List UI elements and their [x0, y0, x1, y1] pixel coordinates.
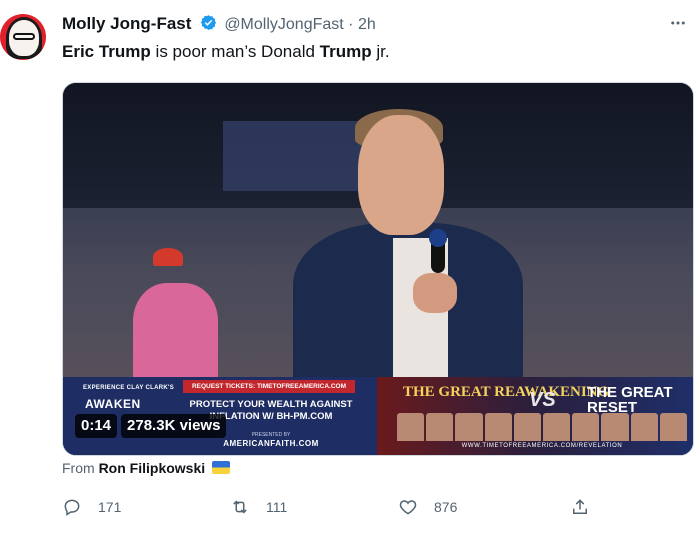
like-count: 876 [434, 499, 458, 515]
banner-site-text: AMERICANFAITH.COM [223, 439, 319, 448]
tweet-header: Molly Jong-Fast @MollyJongFast · 2h [62, 14, 376, 36]
verified-badge-icon [200, 15, 217, 30]
handle[interactable]: @MollyJongFast [224, 16, 343, 33]
separator-dot: · [348, 16, 354, 33]
banner-vs: VS [529, 389, 556, 411]
ukraine-flag-icon [212, 461, 231, 474]
retweet-icon [233, 500, 247, 514]
reply-icon [64, 499, 80, 516]
stage-backdrop [223, 121, 373, 191]
more-options-icon[interactable] [669, 14, 687, 37]
attribution-name[interactable]: Ron Filipkowski [99, 460, 206, 476]
tweet-text-part-2: is poor man’s Donald [150, 42, 320, 61]
display-name[interactable]: Molly Jong-Fast [62, 14, 191, 33]
audience-cap [153, 248, 183, 266]
speaker-hand [413, 273, 457, 313]
banner-protect-line-1: PROTECT YOUR WEALTH AGAINST [189, 399, 353, 410]
video-player[interactable]: EXPERIENCE CLAY CLARK'S AWAKEN REQUEST T… [62, 82, 694, 456]
avatar-glasses [13, 33, 35, 40]
video-views: 278.3K views [121, 414, 227, 438]
video-meta: 0:14 278.3K views [75, 414, 227, 438]
microphone-head [429, 229, 447, 247]
reply-button[interactable]: 171 [62, 494, 121, 520]
banner-great-reset: THE GREAT RESET [587, 384, 673, 416]
audience-member [133, 283, 218, 378]
video-attribution: From Ron Filipkowski [62, 460, 231, 476]
banner-awaken-text: AWAKEN [85, 397, 141, 411]
avatar[interactable] [0, 14, 46, 60]
tweet-actions: 171 111 876 [62, 494, 602, 520]
retweet-count: 111 [266, 499, 288, 515]
speaker-head [358, 115, 444, 235]
timestamp[interactable]: 2h [358, 16, 376, 33]
banner-tickets-text: REQUEST TICKETS: TIMETOFREEAMERICA.COM [183, 380, 355, 393]
attribution-prefix: From [62, 460, 95, 476]
tweet-text-part-4: jr. [371, 42, 390, 61]
reply-count: 171 [98, 499, 122, 515]
tweet-text: Eric Trump is poor man’s Donald Trump jr… [62, 42, 390, 62]
share-button[interactable] [570, 494, 590, 520]
share-icon [573, 499, 587, 514]
retweet-button[interactable]: 111 [230, 494, 287, 520]
tweet-text-part-1: Eric Trump [62, 42, 151, 61]
like-button[interactable]: 876 [398, 494, 457, 520]
tweet-text-part-3: Trump [319, 42, 372, 61]
banner-great-awakening: THE GREAT REAWAKENING [403, 384, 610, 400]
heart-icon [399, 500, 417, 515]
banner-url: WWW.TIMETOFREEAMERICA.COM/REVELATION [461, 443, 623, 449]
banner-faces [397, 413, 688, 441]
banner-right: THE GREAT REAWAKENING VS THE GREAT RESET… [377, 377, 693, 455]
banner-small-text: EXPERIENCE CLAY CLARK'S [83, 385, 175, 391]
video-duration: 0:14 [75, 414, 118, 438]
tweet: Molly Jong-Fast @MollyJongFast · 2h Eric… [0, 0, 697, 533]
